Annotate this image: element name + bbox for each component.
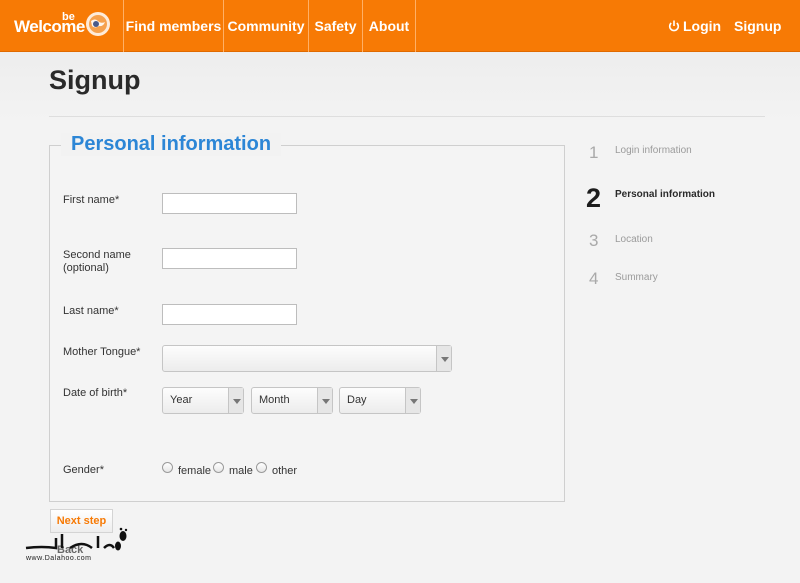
footprint-watermark-icon (25, 527, 128, 551)
step-2-label: Personal information (615, 189, 716, 200)
dob-day-value: Day (347, 394, 367, 406)
chevron-down-icon (405, 388, 420, 413)
dob-day-select[interactable]: Day (339, 387, 421, 414)
dob-label: Date of birth* (63, 387, 128, 399)
logo[interactable]: Welcome be (0, 0, 124, 52)
second-name-label: Second name (optional) (63, 249, 131, 275)
step-3-number: 3 (589, 231, 599, 250)
gender-label: Gender* (63, 464, 104, 476)
step-4-label: Summary (615, 272, 658, 283)
dob-year-select[interactable]: Year (162, 387, 244, 414)
chevron-down-icon (436, 346, 451, 371)
gender-label-female: female (178, 465, 212, 477)
nav-about[interactable]: About (363, 0, 416, 52)
personal-info-fieldset (49, 145, 565, 502)
mother-tongue-select[interactable] (162, 345, 452, 372)
nav-community[interactable]: Community (224, 0, 309, 52)
second-name-label-line1: Second name (63, 249, 131, 261)
first-name-input[interactable] (162, 193, 297, 214)
nav-find-members[interactable]: Find members (124, 0, 224, 52)
chevron-down-icon (317, 388, 332, 413)
dob-year-value: Year (170, 394, 193, 406)
power-icon (668, 20, 680, 32)
step-3-label: Location (615, 234, 653, 245)
watermark-site: www.Dalahoo.com (26, 555, 92, 562)
second-name-input[interactable] (162, 248, 297, 269)
gender-radio-female[interactable] (162, 462, 173, 473)
step-4-number: 4 (589, 269, 599, 288)
globe-icon (86, 12, 110, 36)
second-name-label-line2: (optional) (63, 262, 109, 274)
dob-month-select[interactable]: Month (251, 387, 333, 414)
step-1-label: Login information (615, 145, 692, 156)
logo-be: be (62, 11, 75, 23)
dob-month-value: Month (259, 394, 290, 406)
last-name-label: Last name* (63, 305, 119, 317)
first-name-label: First name* (63, 194, 120, 206)
fieldset-legend: Personal information (61, 133, 282, 156)
title-divider (49, 116, 765, 117)
last-name-input[interactable] (162, 304, 297, 325)
chevron-down-icon (228, 388, 243, 413)
step-1-number: 1 (589, 143, 599, 162)
gender-label-male: male (229, 465, 253, 477)
login-label: Login (683, 18, 722, 34)
gender-radio-other[interactable] (256, 462, 267, 473)
login-link[interactable]: Login (668, 0, 721, 52)
gender-label-other: other (272, 465, 298, 477)
page-title: Signup (49, 65, 141, 95)
mother-tongue-label: Mother Tongue* (63, 346, 141, 358)
gender-radio-male[interactable] (213, 462, 224, 473)
nav-safety[interactable]: Safety (309, 0, 363, 52)
top-nav: Welcome be Find members Community Safety… (0, 0, 800, 52)
watermark-logo: www.Dalahoo.com (22, 526, 130, 568)
signup-link[interactable]: Signup (734, 0, 781, 52)
step-2-number: 2 (586, 183, 602, 213)
